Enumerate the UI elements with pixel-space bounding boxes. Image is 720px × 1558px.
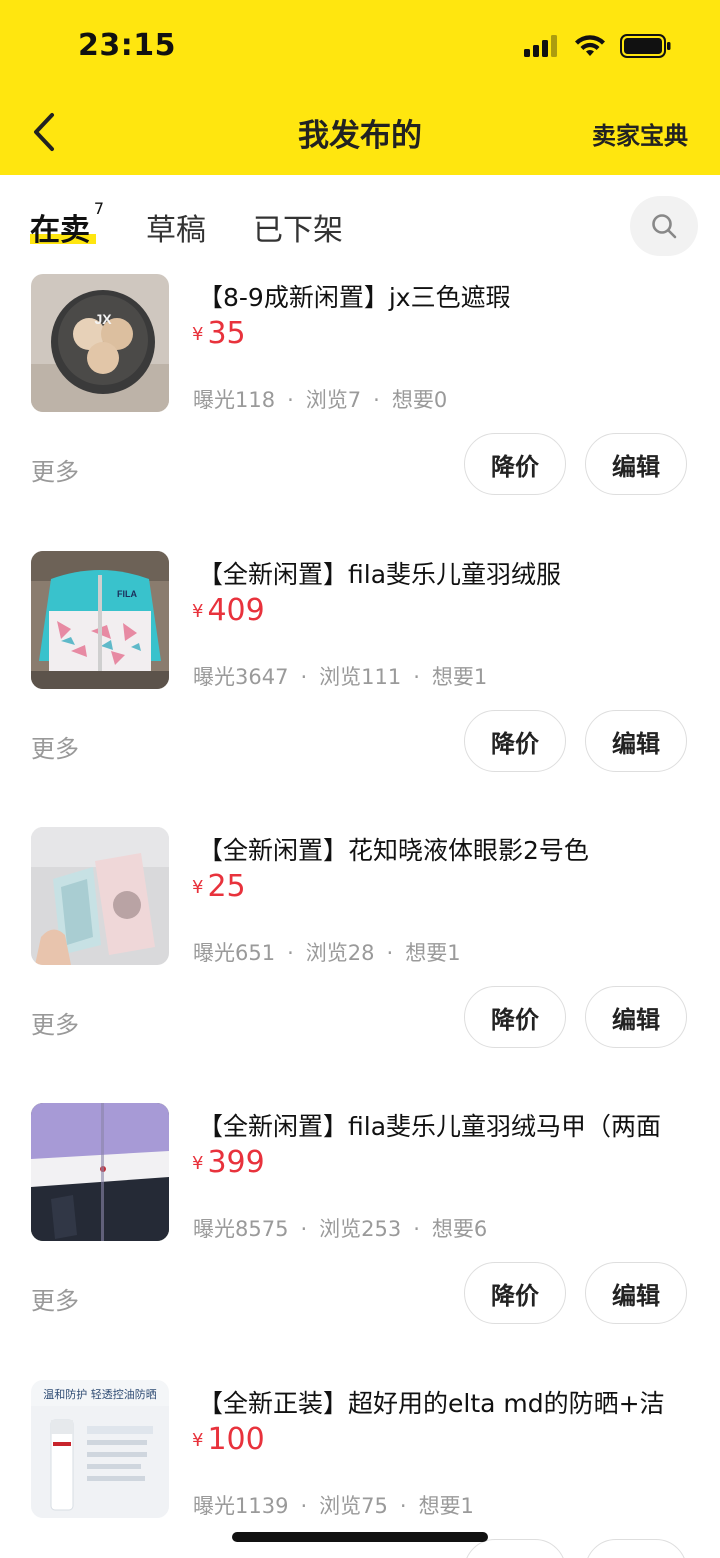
tab-bar: 在卖 7 草稿 已下架 — [0, 175, 720, 270]
edit-button[interactable]: 编辑 — [585, 986, 687, 1048]
stat-exposure: 曝光651 — [193, 941, 276, 965]
item-thumbnail[interactable]: FILA — [31, 551, 169, 689]
item-stats: 曝光651 · 浏览28 · 想要1 — [193, 941, 461, 965]
stat-exposure: 曝光1139 — [193, 1494, 289, 1518]
stat-exposure: 曝光3647 — [193, 665, 289, 689]
stat-exposure: 曝光118 — [193, 388, 276, 412]
status-time: 23:15 — [78, 28, 176, 63]
svg-text:FILA: FILA — [117, 589, 137, 599]
edit-button[interactable]: 编辑 — [585, 1539, 687, 1558]
list-item[interactable]: 【全新闲置】花知晓液体眼影2号色 ¥25 曝光651 · 浏览28 · 想要1 更多 降… — [0, 827, 720, 1103]
stat-wants: 想要1 — [431, 665, 488, 689]
item-price: ¥399 — [192, 1145, 265, 1180]
more-button[interactable]: 更多 — [31, 452, 79, 487]
reduce-price-button[interactable]: 降价 — [464, 710, 566, 772]
price-value: 35 — [207, 316, 246, 351]
tab-delisted[interactable]: 已下架 — [253, 205, 343, 249]
reduce-price-button[interactable]: 降价 — [464, 1262, 566, 1324]
reduce-price-button[interactable]: 降价 — [464, 986, 566, 1048]
nav-bar: 我发布的 卖家宝典 — [0, 100, 720, 166]
home-indicator[interactable] — [232, 1532, 488, 1542]
stat-views: 浏览253 — [319, 1217, 402, 1241]
tab-on-sale[interactable]: 在卖 7 — [30, 199, 104, 249]
currency-symbol: ¥ — [192, 1430, 204, 1451]
item-stats: 曝光118 · 浏览7 · 想要0 — [193, 388, 448, 412]
stat-views: 浏览75 — [319, 1494, 388, 1518]
item-title: 【全新闲置】fila斐乐儿童羽绒服 — [198, 560, 562, 589]
battery-icon — [620, 34, 671, 58]
item-stats: 曝光1139 · 浏览75 · 想要1 — [193, 1494, 474, 1518]
price-value: 409 — [207, 593, 265, 628]
tab-on-sale-label: 在卖 — [30, 213, 90, 248]
item-title: 【全新正装】超好用的elta md的防晒+洁 — [198, 1389, 665, 1418]
edit-button[interactable]: 编辑 — [585, 710, 687, 772]
stat-views: 浏览111 — [319, 665, 402, 689]
item-title: 【8-9成新闲置】jx三色遮瑕 — [198, 283, 511, 312]
stat-views: 浏览28 — [305, 941, 375, 965]
item-price: ¥409 — [192, 593, 265, 628]
currency-symbol: ¥ — [192, 601, 204, 622]
tab-on-sale-count: 7 — [93, 199, 104, 218]
wifi-icon — [575, 35, 605, 56]
search-icon — [652, 214, 677, 239]
price-value: 100 — [207, 1422, 265, 1457]
item-stats: 曝光8575 · 浏览253 · 想要6 — [193, 1217, 488, 1241]
price-value: 25 — [207, 869, 246, 904]
item-price: ¥25 — [192, 869, 246, 904]
item-thumbnail[interactable]: JX — [31, 274, 169, 412]
item-title: 【全新闲置】fila斐乐儿童羽绒马甲（两面 — [198, 1112, 662, 1141]
header-bar: 23:15 我发布的 卖家宝典 — [0, 0, 720, 175]
stat-wants: 想要0 — [391, 388, 448, 412]
stat-wants: 想要6 — [431, 1217, 488, 1241]
list-item[interactable]: JX 【8-9成新闲置】jx三色遮瑕 ¥35 曝光118 · 浏览7 · 想要0 更多 … — [0, 274, 720, 550]
item-price: ¥100 — [192, 1422, 265, 1457]
item-stats: 曝光3647 · 浏览111 · 想要1 — [193, 665, 488, 689]
currency-symbol: ¥ — [192, 324, 204, 345]
more-button[interactable]: 更多 — [31, 729, 79, 764]
search-button[interactable] — [630, 196, 698, 256]
tab-drafts[interactable]: 草稿 — [146, 205, 206, 249]
currency-symbol: ¥ — [192, 1153, 204, 1174]
list-item[interactable]: 【全新闲置】fila斐乐儿童羽绒马甲（两面 ¥399 曝光8575 · 浏览253 ·… — [0, 1103, 720, 1379]
item-thumbnail[interactable] — [31, 1103, 169, 1241]
currency-symbol: ¥ — [192, 877, 204, 898]
item-price: ¥35 — [192, 316, 246, 351]
svg-text:JX: JX — [94, 311, 112, 327]
reduce-price-button[interactable]: 降价 — [464, 433, 566, 495]
item-thumbnail[interactable]: 温和防护 轻透控油防晒 — [31, 1380, 169, 1518]
stat-exposure: 曝光8575 — [193, 1217, 289, 1241]
more-button[interactable]: 更多 — [31, 1281, 79, 1316]
stat-wants: 想要1 — [405, 941, 461, 965]
stat-views: 浏览7 — [305, 388, 362, 412]
edit-button[interactable]: 编辑 — [585, 433, 687, 495]
seller-guide-link[interactable]: 卖家宝典 — [592, 116, 688, 151]
stat-wants: 想要1 — [418, 1494, 474, 1518]
more-button[interactable]: 更多 — [31, 1005, 79, 1040]
status-icons — [524, 34, 672, 58]
item-title: 【全新闲置】花知晓液体眼影2号色 — [198, 836, 589, 865]
price-value: 399 — [207, 1145, 265, 1180]
edit-button[interactable]: 编辑 — [585, 1262, 687, 1324]
list-item[interactable]: FILA 【全新闲置】fila斐乐儿童羽绒服 ¥409 曝光3647 · 浏览111… — [0, 551, 720, 827]
item-thumbnail[interactable] — [31, 827, 169, 965]
cellular-signal-icon — [524, 35, 557, 57]
